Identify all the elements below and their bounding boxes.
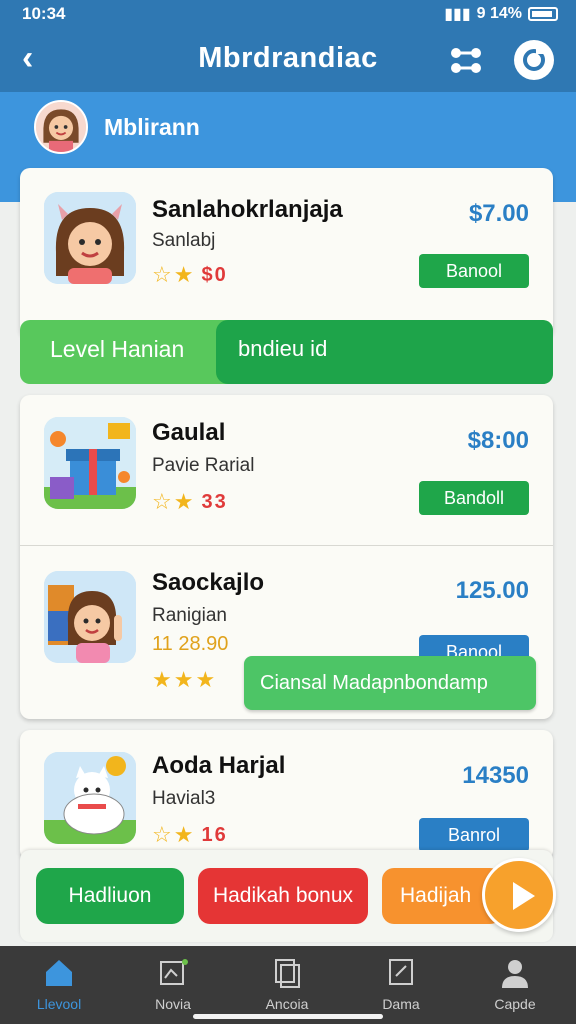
refresh-icon[interactable] — [514, 40, 554, 80]
item-subtitle: Pavie Rarial — [152, 455, 255, 476]
nav-item-home[interactable]: Llevool — [14, 956, 104, 1012]
item-subtitle: Havial3 — [152, 788, 216, 809]
signal-icon: ▮▮▮ — [444, 6, 471, 23]
item-name: Gaulal — [152, 419, 226, 446]
share-icon[interactable] — [446, 40, 486, 80]
star-rating: ★ ★ ★ — [152, 667, 217, 693]
cat-thumbnail — [44, 752, 136, 844]
star-icon: ★ — [173, 822, 196, 847]
item-price: $8:00 — [467, 427, 529, 454]
nav-label: Novia — [155, 996, 191, 1012]
battery-text: 9 14% — [476, 5, 522, 22]
copy-icon — [275, 959, 300, 988]
nav-item-capde[interactable]: Capde — [470, 956, 560, 1012]
home-indicator[interactable] — [193, 1014, 383, 1019]
home-icon — [46, 960, 72, 986]
list-item: Gaulal Pavie Rarial $8:00 ☆ ★ 33 Bandoll — [20, 395, 553, 545]
nav-label: Capde — [494, 996, 536, 1012]
girl-thumbnail — [44, 571, 136, 663]
item-action-button[interactable]: Banool — [419, 254, 529, 288]
item-price: 14350 — [462, 762, 529, 789]
status-indicators: ▮▮▮ 9 14% — [444, 4, 558, 24]
level-value: bndieu id — [238, 336, 328, 361]
item-card-3: Aoda Harjal Havial3 14350 ☆ ★ 16 Banrol — [20, 730, 553, 860]
star-icon: ☆ — [152, 262, 174, 287]
item-action-button[interactable]: Bandoll — [419, 481, 529, 515]
level-bar[interactable]: Level Hanian bndieu id — [20, 320, 553, 384]
item-price: $7.00 — [468, 200, 529, 227]
star-icon: ★ — [173, 667, 196, 692]
item-name: Aoda Harjal — [152, 752, 286, 779]
green-action-button[interactable]: Hadliuon — [36, 868, 184, 924]
star-icon: ☆ — [152, 489, 174, 514]
item-card-1: Sanlahokrlanjaja Sanlabj $7.00 ☆ ★ $0 Ban… — [20, 168, 553, 338]
page-title: Mbrdrandiac — [198, 42, 378, 74]
item-price: 125.00 — [455, 577, 529, 604]
bottom-nav: Llevool Novia Ancoia Dama Capde — [0, 946, 576, 1024]
chart-icon — [160, 959, 188, 985]
star-icon: ★ — [195, 667, 218, 692]
star-icon: ★ — [173, 489, 196, 514]
avatar[interactable] — [34, 100, 88, 154]
item-extra: 11 28.90 — [152, 633, 229, 655]
status-time: 10:34 — [22, 4, 66, 23]
rating-value: $0 — [201, 263, 228, 286]
play-icon[interactable] — [482, 858, 556, 932]
rating-value: 33 — [201, 490, 228, 513]
item-subtitle: Sanlabj — [152, 230, 216, 251]
level-progress: bndieu id — [216, 320, 553, 384]
profile-name: Mblirann — [104, 114, 200, 140]
star-icon: ★ — [152, 667, 174, 692]
nav-item-dama[interactable]: Dama — [356, 956, 446, 1012]
nav-item-ancoia[interactable]: Ancoia — [242, 956, 332, 1012]
app-bar: ‹ Mbrdrandiac — [0, 30, 576, 92]
item-name: Sanlahokrlanjaja — [152, 196, 343, 223]
rating-value: 16 — [201, 823, 228, 846]
user-icon — [502, 960, 528, 988]
document-icon — [389, 959, 413, 985]
gift-thumbnail — [44, 417, 136, 509]
promo-banner[interactable]: Ciansal Madapnbondamp — [244, 656, 536, 710]
star-icon: ★ — [173, 262, 196, 287]
level-label: Level Hanian — [50, 336, 185, 362]
star-rating: ☆ ★ 16 — [152, 822, 228, 848]
star-rating: ☆ ★ 33 — [152, 489, 228, 515]
item-name: Saockajlo — [152, 569, 265, 596]
nav-label: Ancoia — [265, 996, 309, 1012]
item-action-button[interactable]: Banrol — [419, 818, 529, 852]
item-subtitle: Ranigian — [152, 605, 227, 626]
star-icon: ☆ — [152, 822, 174, 847]
item-thumbnail — [44, 192, 136, 284]
nav-label: Llevool — [36, 996, 82, 1012]
nav-label: Dama — [382, 996, 420, 1012]
star-rating: ☆ ★ $0 — [152, 262, 228, 288]
action-bar: Hadliuon Hadikah bonux Hadijah — [20, 850, 556, 942]
battery-icon — [528, 7, 558, 21]
bonus-button[interactable]: Hadikah bonux — [198, 868, 368, 924]
nav-item-novia[interactable]: Novia — [128, 956, 218, 1012]
status-bar: 10:34 ▮▮▮ 9 14% — [0, 0, 576, 30]
